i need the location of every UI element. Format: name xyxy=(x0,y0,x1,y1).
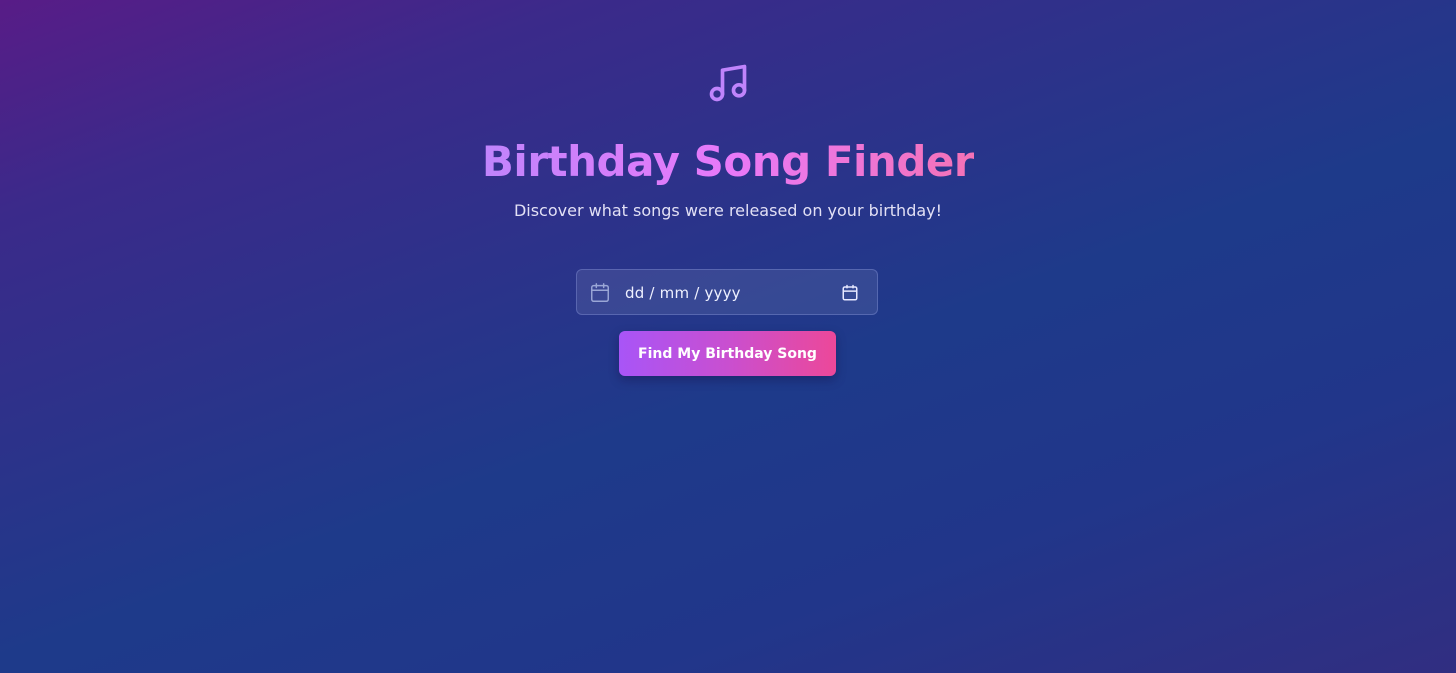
birthday-date-input[interactable]: dd / mm / yyyy xyxy=(576,269,878,315)
page: Birthday Song Finder Discover what songs… xyxy=(0,0,1456,673)
calendar-picker-icon[interactable] xyxy=(841,284,859,302)
date-placeholder: dd / mm / yyyy xyxy=(625,284,741,302)
page-title: Birthday Song Finder xyxy=(0,136,1456,186)
page-title-text: Birthday Song Finder xyxy=(481,137,975,186)
music-note-icon xyxy=(709,64,747,102)
page-subtitle: Discover what songs were released on you… xyxy=(513,201,943,220)
calendar-icon xyxy=(591,283,609,302)
find-birthday-song-button[interactable]: Find My Birthday Song xyxy=(619,331,836,376)
